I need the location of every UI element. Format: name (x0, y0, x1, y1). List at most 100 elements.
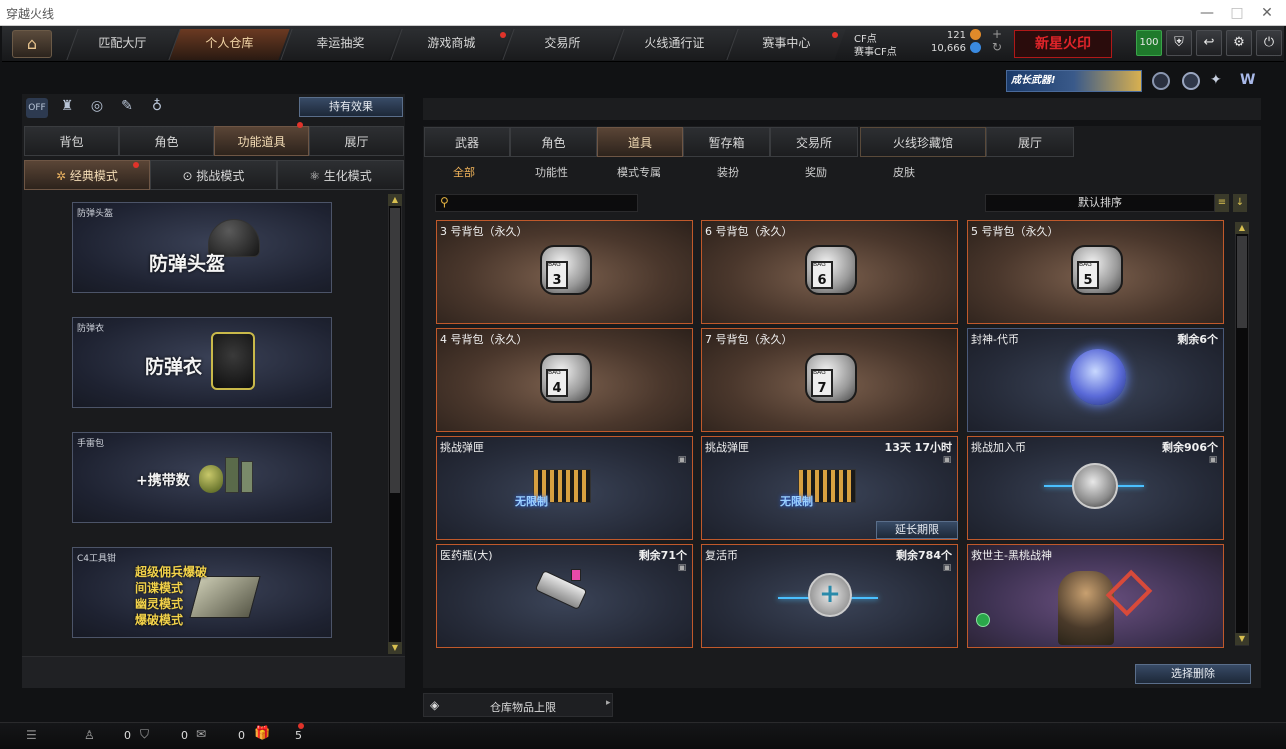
bottom-bar: ☰ ♙ 0 ⛉ 0 ✉ 0 🎁 5 (0, 722, 1286, 749)
right-scroll-thumb[interactable] (1237, 236, 1247, 328)
backpack-icon: 7 BAG (805, 353, 857, 403)
friends-icon[interactable]: ♙ (84, 728, 95, 742)
item-bag-3[interactable]: 3 号背包（永久） 3 BAG (436, 220, 693, 324)
badge-icon-1[interactable] (1152, 72, 1170, 90)
window-titlebar: 穿越火线 — □ ✕ (0, 0, 1286, 26)
sort-direction-icon[interactable]: ↓ (1233, 194, 1247, 212)
event-banner[interactable]: 新星火印 (1014, 30, 1112, 58)
badge-icon-2[interactable] (1182, 72, 1200, 90)
nav-tab-lottery[interactable]: 幸运抽奖 (280, 29, 400, 60)
mode-challenge[interactable]: ⊙ 挑战模式 (150, 160, 277, 190)
subtab-cosmetic[interactable]: 装扮 (717, 164, 739, 180)
card-helmet[interactable]: 防弹头盔 防弹头盔 (72, 202, 332, 293)
item-bag-7[interactable]: 7 号背包（永久） 7 BAG (701, 328, 958, 432)
mode-classic[interactable]: ✲ 经典模式 (24, 160, 150, 190)
subtab-skins[interactable]: 皮肤 (893, 164, 915, 180)
right-tab-storage[interactable]: 暂存箱 (683, 127, 770, 157)
item-challenge-magazine-2[interactable]: 挑战弹匣 13天 17小时 ▣ 无限制 延长期限 (701, 436, 958, 540)
badge-icon-4[interactable]: W (1240, 72, 1260, 90)
item-savior-spade-god[interactable]: 救世主-黑桃战神 (967, 544, 1224, 648)
menu-list-icon[interactable]: ☰ (26, 728, 37, 742)
lock-icon: ▣ (677, 563, 687, 573)
main-nav: ⌂ 匹配大厅 个人仓库 幸运抽奖 游戏商城 交易所 火线通行证 赛事中心 CF点… (2, 26, 1284, 62)
item-fengshen-token[interactable]: 封神-代币 剩余6个 (967, 328, 1224, 432)
left-scroll-down[interactable]: ▼ (388, 642, 402, 654)
subtab-functional[interactable]: 功能性 (535, 164, 568, 180)
minimize-button[interactable]: — (1192, 3, 1222, 23)
item-bag-5[interactable]: 5 号背包（永久） 5 BAG (967, 220, 1224, 324)
subtab-rewards[interactable]: 奖励 (805, 164, 827, 180)
search-icon: ⚲ (440, 195, 449, 209)
gift-icon[interactable]: 🎁 (254, 726, 270, 741)
grenade-icon[interactable]: ♁ (146, 98, 168, 118)
backpack-icon: 5 BAG (1071, 245, 1123, 295)
left-tab-function-items[interactable]: 功能道具 (214, 126, 309, 156)
home-button[interactable]: ⌂ (12, 30, 52, 58)
right-tab-exchange[interactable]: 交易所 (770, 127, 858, 157)
right-tab-weapons[interactable]: 武器 (424, 127, 510, 157)
hold-effect-button[interactable]: 持有效果 (299, 97, 403, 117)
card-vest[interactable]: 防弹衣 防弹衣 (72, 317, 332, 408)
item-challenge-magazine-1[interactable]: 挑战弹匣 ▣ 无限制 (436, 436, 693, 540)
search-input[interactable] (456, 196, 634, 210)
right-tab-collection[interactable]: 火线珍藏馆 (860, 127, 986, 157)
item-challenge-join-coin[interactable]: 挑战加入币 剩余906个 ▣ (967, 436, 1224, 540)
select-delete-button[interactable]: 选择删除 (1135, 664, 1251, 684)
stats-icon[interactable]: ♜ (56, 98, 78, 118)
search-box[interactable]: ⚲ (435, 194, 638, 212)
shield-icon[interactable]: ⛨ (1166, 30, 1192, 56)
extend-duration-button[interactable]: 延长期限 (876, 521, 958, 539)
add-points-icon[interactable]: + (992, 27, 1002, 41)
lock-icon: ▣ (1208, 455, 1218, 465)
mode-zombie[interactable]: ⚛ 生化模式 (277, 160, 404, 190)
nav-tab-events[interactable]: 赛事中心 (726, 29, 846, 60)
window-title: 穿越火线 (6, 7, 55, 21)
item-medkit-large[interactable]: 医药瓶(大) 剩余71个 ▣ (436, 544, 693, 648)
subtab-all[interactable]: 全部 (453, 164, 475, 180)
badge-icon-3[interactable]: ✦ (1210, 72, 1230, 90)
item-bag-6[interactable]: 6 号背包（永久） 6 BAG (701, 220, 958, 324)
clan-shield-icon[interactable]: ⛉ (140, 727, 149, 742)
right-scroll-down[interactable]: ▼ (1235, 633, 1249, 645)
event-cf-label: 赛事CF点 (854, 47, 897, 58)
nav-tab-match-hall[interactable]: 匹配大厅 (66, 29, 178, 60)
backpack-icon: 3 BAG (540, 245, 592, 295)
list-view-icon[interactable]: ≡ (1215, 194, 1229, 212)
card-c4-pliers[interactable]: C4工具钳 超级佣兵爆破 间谍模式 幽灵模式 爆破模式 (72, 547, 332, 638)
right-scroll-up[interactable]: ▲ (1235, 222, 1249, 234)
subtab-mode-exclusive[interactable]: 模式专属 (617, 164, 661, 180)
left-tab-backpack[interactable]: 背包 (24, 126, 119, 156)
cycle-icon[interactable]: ◎ (86, 98, 108, 118)
right-tab-character[interactable]: 角色 (510, 127, 597, 157)
return-icon[interactable]: ↩ (1196, 30, 1222, 56)
left-tab-showroom[interactable]: 展厅 (309, 126, 404, 156)
left-tab-character[interactable]: 角色 (119, 126, 214, 156)
level-badge[interactable]: 100 (1136, 30, 1162, 56)
green-badge-icon (976, 613, 990, 627)
right-tab-showroom[interactable]: 展厅 (986, 127, 1074, 157)
effect-off-icon[interactable]: OFF (26, 98, 48, 118)
nav-tab-pass[interactable]: 火线通行证 (612, 29, 736, 60)
nav-tab-exchange[interactable]: 交易所 (502, 29, 622, 60)
refresh-icon[interactable]: ↻ (992, 40, 1002, 54)
card-grenade-pack[interactable]: 手雷包 +携带数 (72, 432, 332, 523)
power-icon[interactable]: ⏻ (1256, 30, 1282, 56)
nav-tab-warehouse[interactable]: 个人仓库 (168, 29, 290, 60)
friends-count: 0 (124, 729, 131, 742)
maximize-button[interactable]: □ (1222, 3, 1252, 23)
storage-limit-bar[interactable]: ◈ 仓库物品上限 ▸ (423, 693, 613, 717)
right-tab-items[interactable]: 道具 (597, 127, 683, 157)
chat-icon[interactable]: ✉ (196, 727, 206, 741)
gear-icon[interactable]: ⚙ (1226, 30, 1252, 56)
item-bag-4[interactable]: 4 号背包（永久） 4 BAG (436, 328, 693, 432)
spray-icon[interactable]: ✎ (116, 98, 138, 118)
left-scroll-up[interactable]: ▲ (388, 194, 402, 206)
growth-weapon-banner[interactable]: 成长武器! (1006, 70, 1142, 92)
item-revive-coin[interactable]: 复活币 剩余784个 ▣ + (701, 544, 958, 648)
close-button[interactable]: ✕ (1252, 3, 1282, 23)
nav-tab-shop[interactable]: 游戏商城 (390, 29, 512, 60)
classic-mode-icon: ✲ (56, 169, 70, 183)
grenade-pack-icon (199, 455, 255, 499)
sort-dropdown[interactable]: 默认排序 (985, 194, 1215, 212)
left-scroll-thumb[interactable] (390, 208, 400, 493)
